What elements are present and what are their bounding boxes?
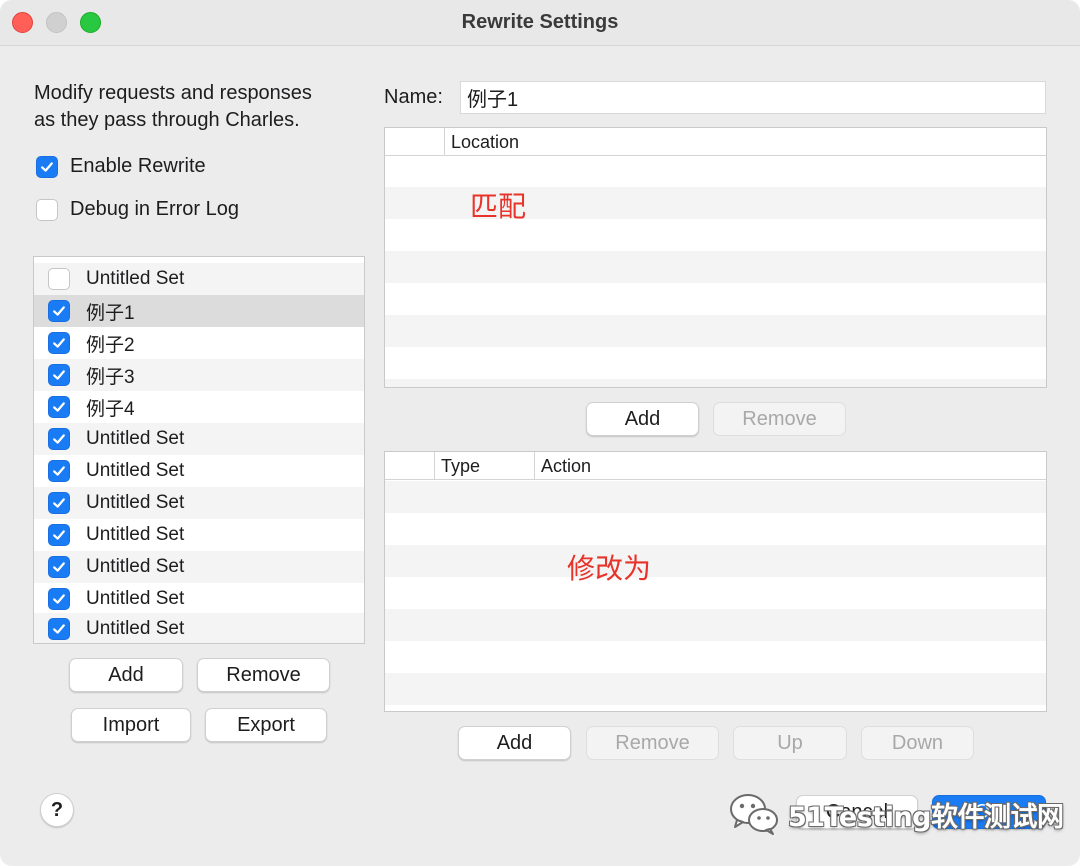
set-label: Untitled Set bbox=[86, 556, 185, 577]
checkbox-unchecked-icon[interactable] bbox=[48, 268, 70, 290]
import-button[interactable]: Import bbox=[71, 708, 191, 742]
export-button[interactable]: Export bbox=[205, 708, 327, 742]
list-item[interactable]: Untitled Set bbox=[34, 613, 364, 643]
watermark-text: 51Testing软件测试网 bbox=[788, 801, 1064, 833]
set-label: 例子4 bbox=[86, 398, 135, 420]
debug-error-log-checkbox[interactable]: Debug in Error Log bbox=[36, 198, 239, 221]
checkbox-checked-icon[interactable] bbox=[48, 332, 70, 354]
set-label: 例子1 bbox=[86, 302, 135, 324]
list-item[interactable]: Untitled Set bbox=[34, 583, 364, 615]
set-label: Untitled Set bbox=[86, 460, 185, 481]
checkbox-checked-icon[interactable] bbox=[48, 492, 70, 514]
enable-rewrite-checkbox[interactable]: Enable Rewrite bbox=[36, 155, 206, 178]
rules-table-header: Type Action bbox=[385, 452, 1046, 480]
set-label: Untitled Set bbox=[86, 618, 185, 639]
table-row bbox=[385, 481, 1046, 513]
table-row bbox=[385, 251, 1046, 283]
list-item[interactable]: Untitled Set bbox=[34, 263, 364, 295]
list-item[interactable]: 例子3 bbox=[34, 359, 364, 391]
name-input[interactable] bbox=[460, 81, 1046, 114]
list-item[interactable]: Untitled Set bbox=[34, 551, 364, 583]
add-location-button[interactable]: Add bbox=[586, 402, 699, 436]
partially-scrolled-row bbox=[34, 257, 364, 263]
table-row bbox=[385, 379, 1046, 387]
help-button[interactable]: ? bbox=[40, 793, 74, 827]
location-column-header[interactable]: Location bbox=[444, 128, 1046, 156]
description-line-2: as they pass through Charles. bbox=[34, 109, 300, 131]
list-item[interactable]: Untitled Set bbox=[34, 519, 364, 551]
remove-rule-button[interactable]: Remove bbox=[586, 726, 719, 760]
remove-location-button[interactable]: Remove bbox=[713, 402, 846, 436]
table-row bbox=[385, 673, 1046, 705]
match-annotation: 匹配 bbox=[470, 190, 527, 223]
checkbox-checked-icon[interactable] bbox=[48, 524, 70, 546]
name-label: Name: bbox=[384, 86, 443, 108]
set-label: Untitled Set bbox=[86, 428, 185, 449]
enable-rewrite-label: Enable Rewrite bbox=[70, 155, 206, 177]
title-bar: Rewrite Settings bbox=[0, 0, 1080, 46]
rewrite-sets-list[interactable]: Untitled Set 例子1 例子2 例子3 例子4 Untitled Se… bbox=[33, 256, 365, 644]
modify-to-annotation: 修改为 bbox=[567, 552, 652, 585]
list-item[interactable]: 例子4 bbox=[34, 391, 364, 423]
set-label: Untitled Set bbox=[86, 268, 185, 289]
set-label: Untitled Set bbox=[86, 492, 185, 513]
add-set-button[interactable]: Add bbox=[69, 658, 183, 692]
checkbox-checked-icon[interactable] bbox=[48, 300, 70, 322]
checkbox-checked-icon[interactable] bbox=[48, 364, 70, 386]
checkbox-checked-icon[interactable] bbox=[48, 618, 70, 640]
table-row bbox=[385, 609, 1046, 641]
list-item[interactable]: 例子2 bbox=[34, 327, 364, 359]
move-up-button[interactable]: Up bbox=[733, 726, 847, 760]
checkbox-checked-icon bbox=[36, 155, 58, 178]
move-down-button[interactable]: Down bbox=[861, 726, 974, 760]
list-item[interactable]: Untitled Set bbox=[34, 423, 364, 455]
window-title: Rewrite Settings bbox=[461, 11, 619, 33]
description: Modify requests and responses as they pa… bbox=[34, 80, 374, 134]
rules-table[interactable]: Type Action 修改为 bbox=[384, 451, 1047, 712]
watermark: 51Testing软件测试网 bbox=[728, 788, 1064, 840]
table-row bbox=[385, 545, 1046, 577]
set-label: Untitled Set bbox=[86, 524, 185, 545]
rewrite-settings-window: Rewrite Settings Modify requests and res… bbox=[0, 0, 1080, 866]
list-item[interactable]: Untitled Set bbox=[34, 487, 364, 519]
set-label: 例子2 bbox=[86, 334, 135, 356]
description-line-1: Modify requests and responses bbox=[34, 82, 312, 104]
action-column-header[interactable]: Action bbox=[534, 452, 1046, 480]
set-label: 例子3 bbox=[86, 366, 135, 388]
list-item[interactable]: Untitled Set bbox=[34, 455, 364, 487]
location-table-header: Location bbox=[385, 128, 1046, 156]
debug-error-log-label: Debug in Error Log bbox=[70, 198, 239, 220]
type-column-header[interactable]: Type bbox=[434, 452, 534, 480]
checkbox-checked-icon[interactable] bbox=[48, 396, 70, 418]
wechat-logo-icon bbox=[730, 794, 778, 835]
checkbox-checked-icon[interactable] bbox=[48, 588, 70, 610]
checkbox-checked-icon[interactable] bbox=[48, 556, 70, 578]
add-rule-button[interactable]: Add bbox=[458, 726, 571, 760]
checkbox-checked-icon[interactable] bbox=[48, 428, 70, 450]
table-row bbox=[385, 315, 1046, 347]
list-item[interactable]: 例子1 bbox=[34, 295, 364, 327]
checkbox-checked-icon[interactable] bbox=[48, 460, 70, 482]
remove-set-button[interactable]: Remove bbox=[197, 658, 330, 692]
checkbox-unchecked-icon bbox=[36, 198, 58, 221]
set-label: Untitled Set bbox=[86, 588, 185, 609]
location-table[interactable]: Location 匹配 bbox=[384, 127, 1047, 388]
